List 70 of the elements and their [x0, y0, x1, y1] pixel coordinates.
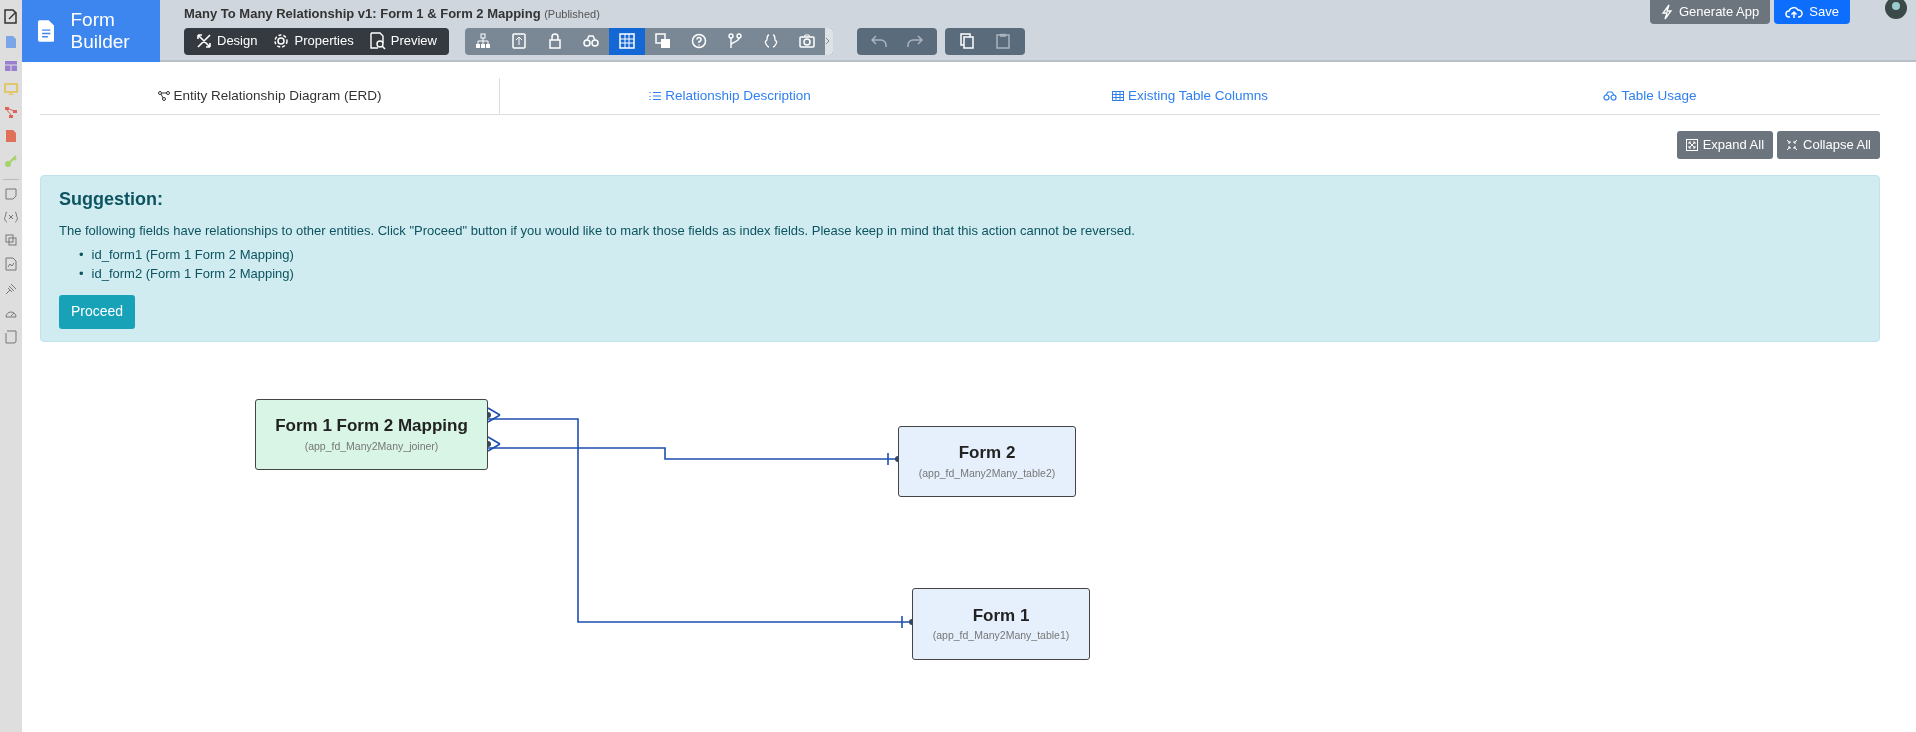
undo-icon: [870, 34, 887, 48]
table-icon: [1111, 91, 1124, 101]
edit-icon: [3, 8, 19, 24]
tab[interactable]: Existing Table Columns: [1111, 78, 1269, 114]
avatar-icon[interactable]: [1884, 0, 1908, 20]
monitor-icon: [4, 83, 18, 95]
form-title: Many To Many Relationship v1: Form 1 & Form 2 Mapping (Published): [184, 5, 601, 23]
alert-title: Suggestion:: [59, 188, 164, 211]
mode-button[interactable]: Design: [188, 27, 266, 55]
toolbar-button[interactable]: [608, 27, 645, 55]
translate-icon: [654, 33, 671, 49]
mode-button[interactable]: Preview: [361, 27, 445, 55]
tab[interactable]: Table Usage: [1603, 78, 1697, 114]
entity-node[interactable]: Form 1 (app_fd_Many2Many_table1): [912, 587, 1090, 660]
translate-icon: [5, 234, 17, 246]
generate-app-button[interactable]: Generate App: [1650, 0, 1771, 24]
key-icon: [4, 154, 18, 168]
expand-icon: [1685, 139, 1698, 151]
app-name: Form Builder: [70, 9, 131, 53]
alert-text: The following fields have relationships to other entities. Click "Proceed" button if you would like to mark those fields as index fields. Please keep in mind that this action cannot be reversed.: [59, 222, 1136, 240]
variable-icon: [4, 211, 18, 223]
lock-icon: [546, 33, 563, 49]
scroll-right-icon[interactable]: [824, 27, 833, 55]
table-icon: [4, 60, 18, 72]
redo-icon: [906, 34, 923, 48]
help-icon: [690, 33, 707, 49]
entity-table: (app_fd_Many2Many_table2): [918, 465, 1056, 482]
status-label: (Published): [544, 8, 600, 20]
list-icon: [649, 91, 662, 101]
save-button[interactable]: Save: [1774, 0, 1850, 24]
collapse-icon: [1786, 139, 1799, 151]
braces-icon: [762, 33, 779, 49]
sitemap-icon: [474, 33, 491, 49]
upload-panel-icon: [510, 33, 527, 49]
document-icon: [5, 35, 17, 49]
expand-all-button[interactable]: Expand All: [1676, 131, 1774, 159]
list-item: id_form1 (Form 1 Form 2 Mapping): [91, 245, 294, 264]
entity-node[interactable]: Form 1 Form 2 Mapping (app_fd_Many2Many_joiner): [255, 398, 488, 470]
entity-name: Form 1: [972, 604, 1030, 627]
document-icon: [38, 18, 55, 44]
cloud-upload-icon: [1785, 5, 1804, 19]
table-icon: [618, 33, 635, 49]
document-search-icon: [369, 32, 386, 50]
note-icon: [5, 188, 17, 200]
entity-table: (app_fd_Many2Many_table1): [932, 628, 1070, 645]
binoculars-icon: [1603, 91, 1618, 101]
bullet-mark: •: [79, 245, 84, 264]
bullet-mark: •: [79, 264, 84, 283]
entity-node[interactable]: Form 2 (app_fd_Many2Many_table2): [898, 425, 1076, 497]
tools-icon: [196, 33, 212, 49]
proceed-button[interactable]: Proceed: [59, 294, 136, 329]
tab[interactable]: Relationship Description: [649, 78, 811, 114]
camera-icon: [798, 33, 815, 49]
branch-icon: [726, 33, 743, 49]
list-item: id_form2 (Form 1 Form 2 Mapping): [91, 264, 294, 283]
entity-table: (app_fd_Many2Many_joiner): [304, 438, 439, 455]
lightning-icon: [1661, 4, 1673, 20]
entity-name: Form 1 Form 2 Mapping: [275, 415, 468, 438]
clipboard-icon: [995, 33, 1010, 49]
mode-button[interactable]: Properties: [265, 27, 362, 55]
binoculars-icon: [582, 33, 599, 49]
tab[interactable]: Entity Relationship Diagram (ERD): [157, 78, 382, 114]
entity-name: Form 2: [958, 442, 1016, 465]
copy-icon: [959, 33, 974, 49]
diagram-icon: [157, 91, 170, 101]
report-icon: [5, 257, 17, 271]
hierarchy-icon: [4, 106, 18, 118]
collapse-all-button[interactable]: Collapse All: [1777, 131, 1880, 159]
gear-icon: [273, 33, 290, 49]
file-icon: [5, 129, 17, 143]
